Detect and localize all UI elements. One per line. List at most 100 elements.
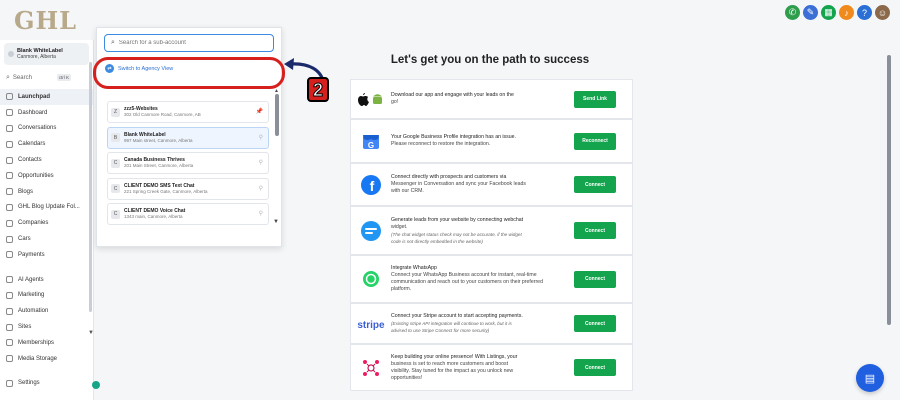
- nav-icon: [6, 307, 13, 315]
- account-details: CLIENT DEMO Voice Chat 1343 main, Canmore…: [124, 208, 185, 220]
- status-dot-icon[interactable]: [92, 381, 100, 389]
- account-info: Blank WhiteLabel Canmore, Alberta: [17, 48, 63, 60]
- sidebar-item-sites[interactable]: Sites: [0, 319, 93, 335]
- facebook-icon: f: [351, 174, 391, 196]
- pin-icon[interactable]: 📌: [256, 108, 263, 115]
- sidebar-item-blogs[interactable]: Blogs: [0, 184, 93, 200]
- list-scrollbar[interactable]: [275, 94, 279, 136]
- sidebar-item-label: Contacts: [18, 157, 42, 164]
- sidebar-item-label: Blogs: [18, 188, 34, 195]
- sub-account-item[interactable]: B Blank WhiteLabel 997 Main street, Canmor…: [107, 126, 269, 149]
- sub-account-list: Zzzz5-Websites 302 Old Canmore Road, Canm…: [107, 101, 269, 229]
- pin-icon[interactable]: ⚲: [259, 159, 263, 166]
- account-avatar: C: [111, 184, 120, 193]
- card-note-line: advised to use Stripe Connect for more s…: [391, 328, 490, 333]
- card-text-line: Please reconnect to restore the integrat…: [391, 141, 491, 147]
- account-details: Blank WhiteLabel 997 Main street, Canmore…: [124, 132, 193, 144]
- sidebar-item-label: Payments: [18, 251, 45, 258]
- sidebar-item-marketing[interactable]: Marketing: [0, 288, 93, 304]
- svg-text:stripe: stripe: [357, 320, 385, 330]
- sidebar-item-automation[interactable]: Automation: [0, 303, 93, 319]
- sidebar-item-payments[interactable]: Payments: [0, 247, 93, 263]
- sidebar-item-contacts[interactable]: Contacts: [0, 152, 93, 168]
- sidebar-item-label: Cars: [18, 236, 31, 243]
- user-avatar-icon[interactable]: ☺: [875, 5, 890, 20]
- sub-account-search[interactable]: ⌕: [104, 34, 274, 52]
- card-text-line: platform.: [391, 286, 412, 292]
- sub-account-search-input[interactable]: [118, 40, 259, 46]
- card-description: Download our app and engage with your le…: [391, 92, 556, 106]
- sidebar-item-label: Sites: [18, 324, 32, 331]
- sidebar-item-opportunities[interactable]: Opportunities: [0, 168, 93, 184]
- sidebar-item-conversations[interactable]: Conversations: [0, 121, 93, 137]
- reconnect-button[interactable]: Reconnect: [574, 132, 616, 150]
- card-text-line: communication and reach out to your cust…: [391, 279, 543, 285]
- sidebar-nav: Launchpad Dashboard Conversations Calendars…: [0, 89, 93, 391]
- sub-account-item[interactable]: C CLIENT DEMO SMS Text Chat 221 Spring Cre…: [107, 177, 269, 200]
- card-description: Connect directly with prospects and cust…: [391, 174, 556, 195]
- card-description: Keep building your online presence! With…: [391, 354, 556, 382]
- phone-icon[interactable]: ✆: [785, 5, 800, 20]
- pin-icon[interactable]: ⚲: [259, 210, 263, 217]
- sidebar-item-calendars[interactable]: Calendars: [0, 136, 93, 152]
- send-link-button[interactable]: Send Link: [574, 90, 616, 108]
- sub-account-item[interactable]: C Canada Business Thrives 201 Main Street,…: [107, 152, 269, 174]
- pin-icon[interactable]: ⚲: [259, 185, 263, 192]
- sidebar-item-cars[interactable]: Cars: [0, 231, 93, 247]
- sidebar-item-label: Companies: [18, 220, 49, 227]
- sub-account-item[interactable]: Zzzz5-Websites 302 Old Canmore Road, Canm…: [107, 101, 269, 123]
- page-title: Let's get you on the path to success: [390, 54, 590, 66]
- sidebar-item-label: Opportunities: [18, 172, 54, 179]
- sidebar-item-label: Automation: [18, 308, 49, 315]
- connect-button[interactable]: Connect: [574, 315, 616, 332]
- integration-card: f Connect directly with prospects and cus…: [350, 163, 633, 206]
- integration-card: Download our app and engage with your le…: [350, 79, 633, 119]
- sub-account-item[interactable]: C CLIENT DEMO Voice Chat 1343 main, Canmor…: [107, 203, 269, 225]
- nav-icon: [6, 140, 13, 148]
- pin-icon[interactable]: ⚲: [259, 134, 263, 141]
- sidebar-item-dashboard[interactable]: Dashboard: [0, 105, 93, 121]
- nav-icon: [6, 355, 13, 363]
- account-address: 997 Main street, Canmore, Alberta: [124, 137, 193, 143]
- sidebar-item-memberships[interactable]: Memberships: [0, 335, 93, 351]
- sidebar-item-settings[interactable]: Settings: [0, 376, 93, 392]
- brand-logo[interactable]: GHL: [14, 6, 77, 35]
- account-details: CLIENT DEMO SMS Text Chat 221 Spring Cree…: [124, 183, 208, 195]
- account-avatar: B: [111, 133, 120, 142]
- bell-icon[interactable]: ♪: [839, 5, 854, 20]
- sidebar-item-ghl-blog-update-fol[interactable]: GHL Blog Update Fol...: [0, 200, 93, 216]
- main-scrollbar[interactable]: [887, 55, 891, 325]
- account-address: 1343 main, Canmore, Alberta: [124, 214, 183, 219]
- sidebar-item-media-storage[interactable]: Media Storage: [0, 351, 93, 367]
- sidebar-scrollbar[interactable]: [89, 62, 92, 312]
- card-text-line: Connect directly with prospects and cust…: [391, 174, 507, 180]
- connect-button[interactable]: Connect: [574, 359, 616, 376]
- card-note-line: (Existing stripe API integration will co…: [391, 321, 512, 326]
- connect-button[interactable]: Connect: [574, 222, 616, 239]
- sidebar-item-launchpad[interactable]: Launchpad: [0, 89, 93, 105]
- whatsapp-icon: [351, 270, 391, 288]
- card-description: Connect your Stripe account to start acc…: [391, 313, 556, 334]
- search-icon: ⌕: [111, 39, 115, 46]
- sidebar-item-ai-agents[interactable]: AI Agents: [0, 272, 93, 288]
- sidebar-search[interactable]: ⌕ Search ctrl K: [4, 72, 89, 84]
- connect-button[interactable]: Connect: [574, 176, 616, 193]
- list-scroll-down-icon[interactable]: ▼: [273, 219, 279, 225]
- nav-icon: [6, 93, 13, 101]
- nav-icon: [6, 276, 13, 284]
- integration-cards: Download our app and engage with your le…: [350, 79, 633, 391]
- help-icon[interactable]: ?: [857, 5, 872, 20]
- sidebar-item-companies[interactable]: Companies: [0, 215, 93, 231]
- sidebar-scroll-down-icon[interactable]: ▼: [88, 330, 94, 336]
- listings-icon: [351, 358, 391, 378]
- connect-button[interactable]: Connect: [574, 270, 616, 288]
- sidebar-item-label: GHL Blog Update Fol...: [18, 204, 80, 211]
- apps-icon[interactable]: ▦: [821, 5, 836, 20]
- sidebar-search-label: Search: [12, 75, 32, 81]
- account-selector[interactable]: Blank WhiteLabel Canmore, Alberta: [4, 43, 89, 65]
- integration-card: G Your Google Business Profile integratio…: [350, 119, 633, 163]
- megaphone-icon[interactable]: ✎: [803, 5, 818, 20]
- chat-button[interactable]: ▤: [856, 364, 884, 392]
- card-text-line: Generate leads from your website by conn…: [391, 216, 524, 223]
- chat-icon: ▤: [864, 372, 876, 385]
